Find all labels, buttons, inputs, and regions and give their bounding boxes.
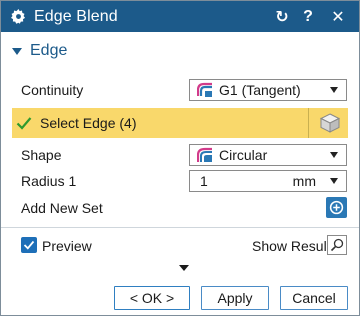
shape-dropdown[interactable]: Circular — [189, 144, 347, 166]
add-set-label: Add New Set — [21, 200, 103, 216]
dialog-title: Edge Blend — [34, 7, 118, 25]
plus-circle-icon[interactable] — [326, 197, 347, 218]
radius-value[interactable]: 1 — [200, 173, 293, 189]
continuity-row: Continuity G1 (Tangent) — [1, 77, 359, 103]
cancel-button[interactable]: Cancel — [280, 286, 348, 310]
show-result-label: Show Result — [252, 238, 331, 254]
help-icon[interactable]: ? — [301, 1, 315, 32]
cube-select-icon[interactable] — [318, 112, 342, 134]
tangent-continuity-icon — [197, 82, 213, 98]
preview-checkbox[interactable] — [21, 237, 37, 253]
separator — [1, 227, 359, 228]
preview-row: Preview Show Result — [1, 233, 359, 259]
shape-row: Shape Circular — [1, 142, 359, 168]
continuity-dropdown[interactable]: G1 (Tangent) — [189, 79, 347, 101]
select-edge-row[interactable]: Select Edge (4) — [12, 108, 348, 138]
continuity-label: Continuity — [21, 82, 84, 98]
radius-row: Radius 1 1 mm — [1, 168, 359, 194]
divider — [308, 108, 309, 138]
shape-value: Circular — [219, 147, 268, 163]
circular-shape-icon — [197, 147, 213, 163]
collapse-triangle-icon[interactable] — [12, 47, 22, 55]
apply-button[interactable]: Apply — [201, 286, 269, 310]
reset-icon[interactable]: ↻ — [273, 1, 291, 32]
ok-button[interactable]: < OK > — [114, 286, 190, 310]
radius-field[interactable]: 1 mm — [189, 170, 347, 192]
radius-label: Radius 1 — [21, 173, 77, 189]
close-icon[interactable]: ✕ — [329, 1, 347, 32]
continuity-value: G1 (Tangent) — [219, 82, 301, 98]
title-bar[interactable]: Edge Blend ↻ ? ✕ — [1, 1, 359, 32]
chevron-down-icon[interactable] — [330, 178, 338, 184]
edge-blend-dialog: Edge Blend ↻ ? ✕ Edge Continuity G1 (Tan… — [0, 0, 360, 316]
chevron-down-icon — [330, 87, 338, 93]
select-edge-label: Select Edge (4) — [40, 115, 137, 131]
magnifier-icon[interactable] — [327, 235, 347, 255]
checkmark-icon — [16, 115, 32, 131]
expand-more-icon[interactable] — [179, 265, 189, 271]
gear-icon[interactable] — [10, 9, 26, 25]
add-set-row: Add New Set — [1, 195, 359, 221]
chevron-down-icon — [330, 152, 338, 158]
preview-label[interactable]: Preview — [42, 233, 92, 259]
shape-label: Shape — [21, 147, 62, 163]
section-edge-header[interactable]: Edge — [12, 40, 67, 62]
section-title: Edge — [30, 42, 68, 59]
radius-unit: mm — [292, 173, 316, 189]
